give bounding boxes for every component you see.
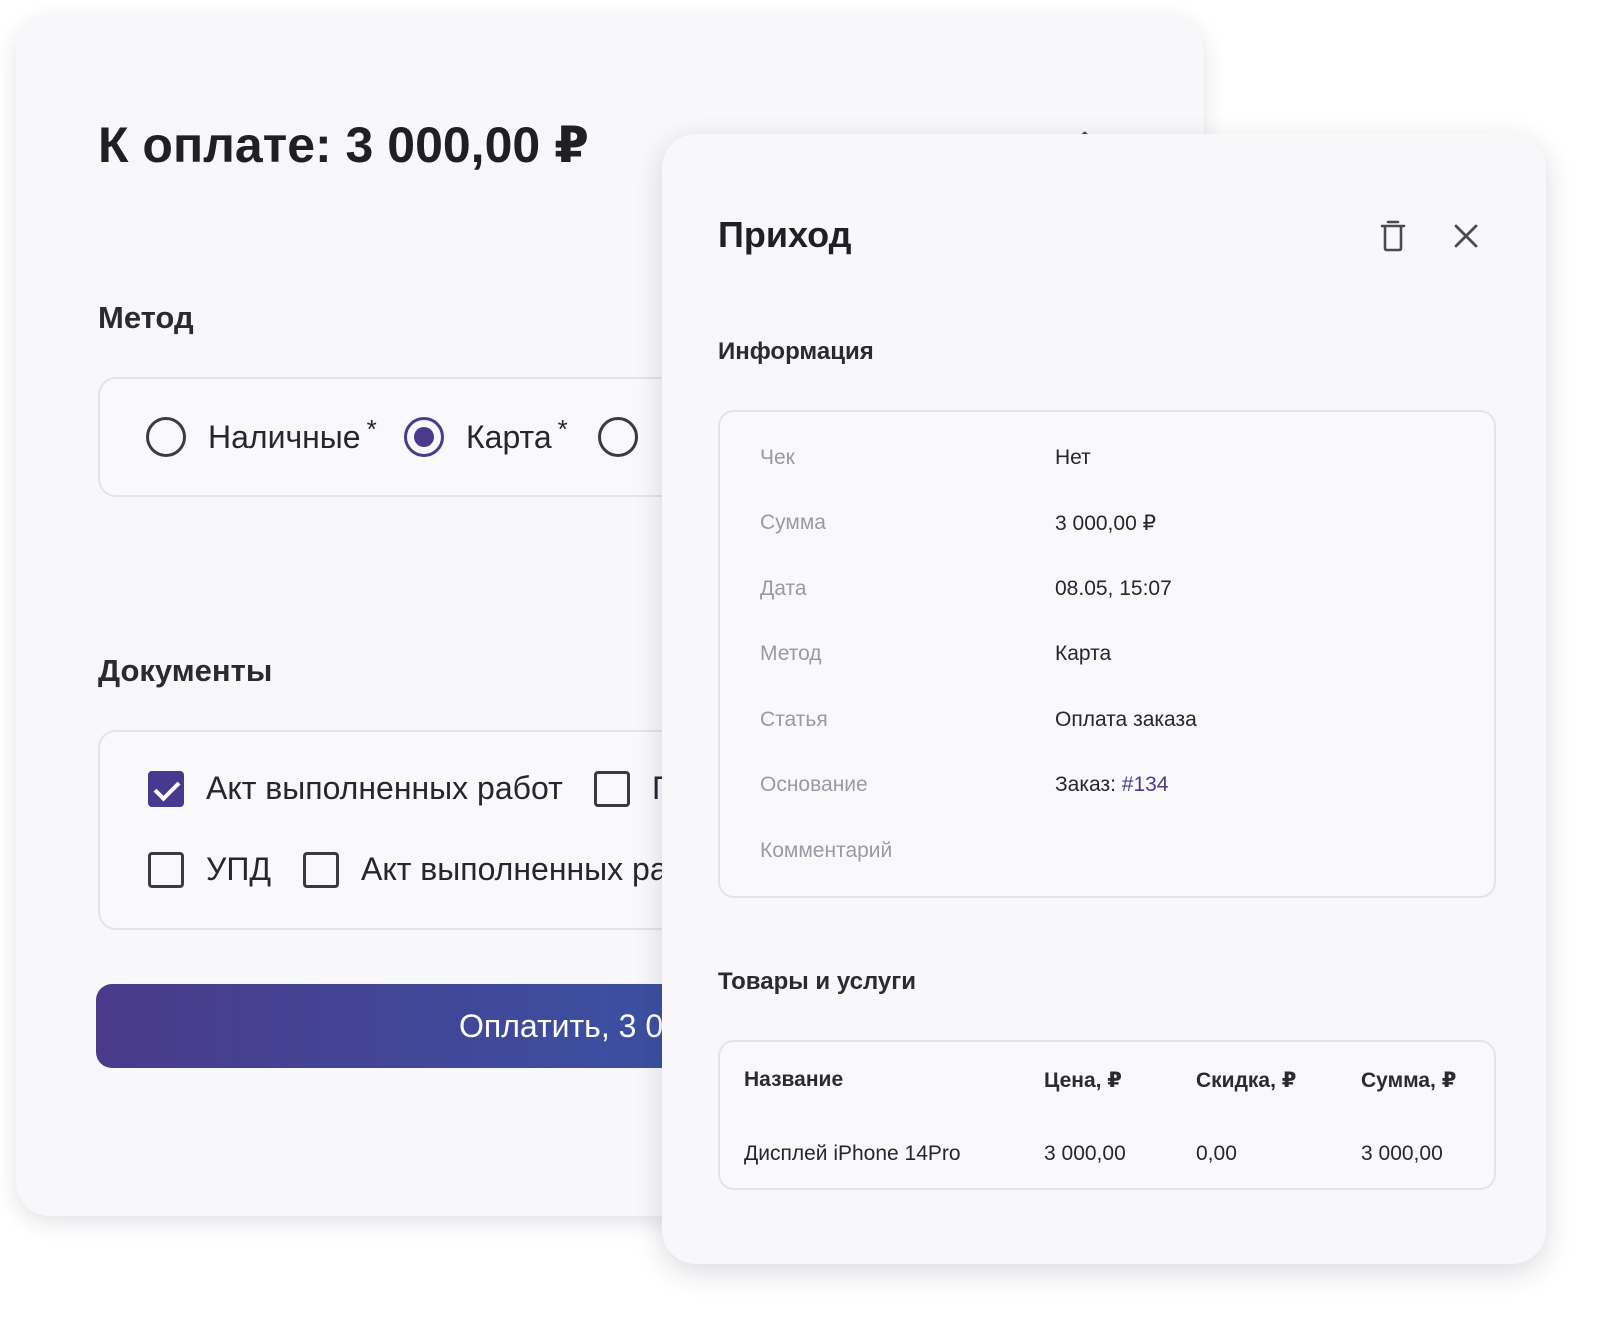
radio-cash[interactable] [146, 417, 186, 457]
document-option-second[interactable]: Г [594, 770, 669, 807]
delete-button[interactable] [1371, 214, 1415, 258]
required-mark: * [557, 413, 568, 444]
method-option-label: Наличные [208, 418, 361, 455]
required-mark: * [366, 413, 377, 444]
info-label: Сумма [760, 511, 826, 534]
receipt-panel: Приход Информация Чек Нет Сумма 3 000,00… [662, 134, 1546, 1264]
info-value: Карта [1055, 642, 1112, 665]
checkbox-act-2[interactable] [303, 851, 339, 888]
info-value: Нет [1055, 446, 1091, 469]
info-box: Чек Нет Сумма 3 000,00 ₽ Дата 08.05, 15:… [718, 410, 1496, 898]
document-option-act[interactable]: Акт выполненных работ [148, 770, 563, 807]
info-section-title: Информация [718, 338, 874, 365]
method-section-title: Метод [98, 300, 194, 335]
radio-card[interactable] [404, 417, 444, 457]
info-row-comment: Комментарий [760, 839, 1460, 869]
trash-icon [1380, 220, 1406, 252]
info-row-check: Чек Нет [760, 446, 1460, 476]
radio-other[interactable] [598, 417, 638, 457]
payment-total-title: К оплате: 3 000,00 ₽ [98, 117, 589, 173]
close-button[interactable] [1444, 214, 1488, 258]
info-value: 08.05, 15:07 [1055, 577, 1172, 600]
info-value: 3 000,00 ₽ [1055, 512, 1156, 535]
info-label: Дата [760, 577, 807, 600]
info-label: Основание [760, 773, 868, 796]
column-header-name: Название [744, 1068, 844, 1091]
info-label: Чек [760, 446, 795, 469]
goods-table: Название Цена, ₽ Скидка, ₽ Сумма, ₽ Дисп… [718, 1040, 1496, 1190]
document-option-upd[interactable]: УПД [148, 851, 271, 888]
info-label: Статья [760, 708, 828, 731]
document-option-label: УПД [206, 851, 271, 887]
table-cell-name: Дисплей iPhone 14Pro [744, 1142, 961, 1165]
column-header-sum: Сумма, ₽ [1361, 1069, 1457, 1092]
goods-section-title: Товары и услуги [718, 968, 916, 995]
info-label: Комментарий [760, 839, 893, 862]
info-value: Заказ: #134 [1055, 773, 1168, 797]
info-label: Метод [760, 642, 822, 665]
info-row-article: Статья Оплата заказа [760, 708, 1460, 738]
checkbox-upd[interactable] [148, 851, 184, 888]
document-option-label: Акт выполненных работ [206, 770, 563, 806]
method-option-card[interactable]: Карта * [404, 413, 568, 457]
column-header-discount: Скидка, ₽ [1196, 1069, 1297, 1092]
info-row-date: Дата 08.05, 15:07 [760, 577, 1460, 607]
method-option-label: Карта [466, 418, 552, 455]
checkbox-second[interactable] [594, 770, 630, 807]
document-option-label: Акт выполненных ра [361, 851, 668, 887]
receipt-title: Приход [718, 214, 852, 255]
table-cell-price: 3 000,00 [1044, 1142, 1126, 1165]
checkbox-act[interactable] [148, 770, 184, 807]
method-option-cash[interactable]: Наличные * [146, 413, 377, 457]
table-cell-sum: 3 000,00 [1361, 1142, 1443, 1165]
basis-prefix: Заказ: [1055, 773, 1122, 796]
column-header-price: Цена, ₽ [1044, 1069, 1122, 1092]
method-option-other[interactable]: I [598, 417, 669, 457]
close-icon [1454, 224, 1478, 248]
documents-section-title: Документы [98, 653, 273, 688]
order-link[interactable]: #134 [1122, 773, 1169, 796]
table-cell-discount: 0,00 [1196, 1142, 1237, 1165]
info-value: Оплата заказа [1055, 708, 1197, 731]
info-row-method: Метод Карта [760, 642, 1460, 672]
info-row-sum: Сумма 3 000,00 ₽ [760, 511, 1460, 541]
document-option-act-2[interactable]: Акт выполненных ра [303, 851, 668, 888]
info-row-basis: Основание Заказ: #134 [760, 773, 1460, 803]
